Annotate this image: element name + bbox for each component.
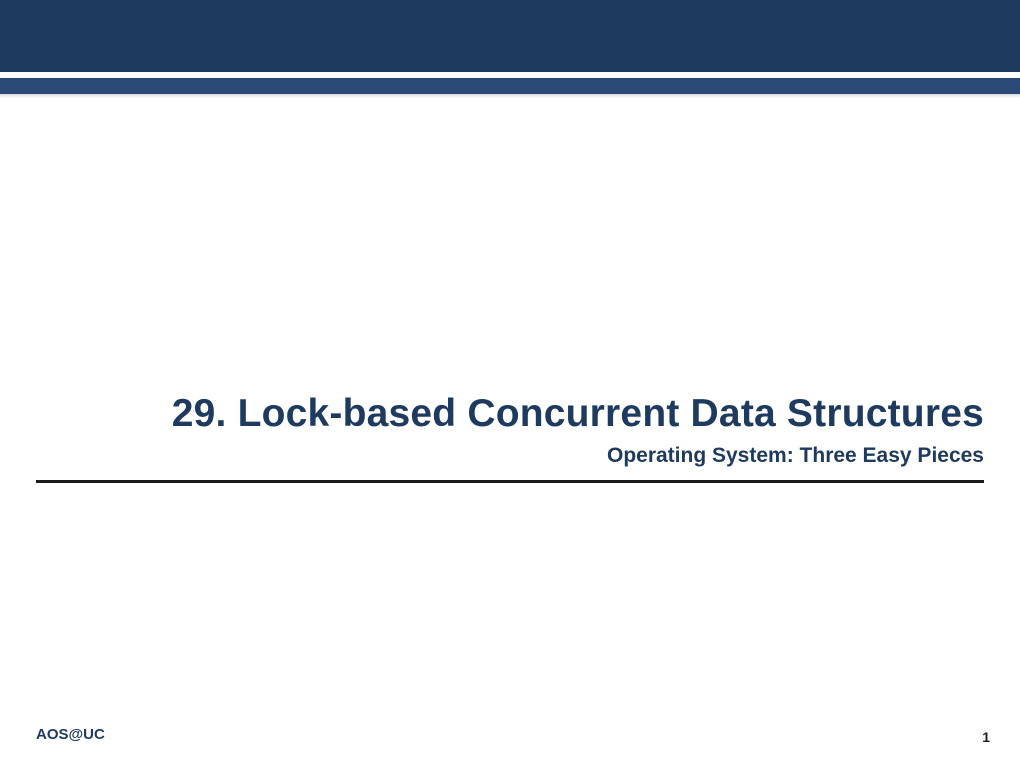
footer-left-label: AOS@UC [36, 726, 105, 743]
header-band [0, 0, 1020, 72]
header-accent-bar [0, 78, 1020, 94]
slide-title: 29. Lock-based Concurrent Data Structure… [36, 392, 984, 436]
title-divider [36, 480, 984, 483]
title-block: 29. Lock-based Concurrent Data Structure… [36, 392, 984, 483]
page-number: 1 [982, 729, 990, 745]
slide-subtitle: Operating System: Three Easy Pieces [36, 444, 984, 468]
